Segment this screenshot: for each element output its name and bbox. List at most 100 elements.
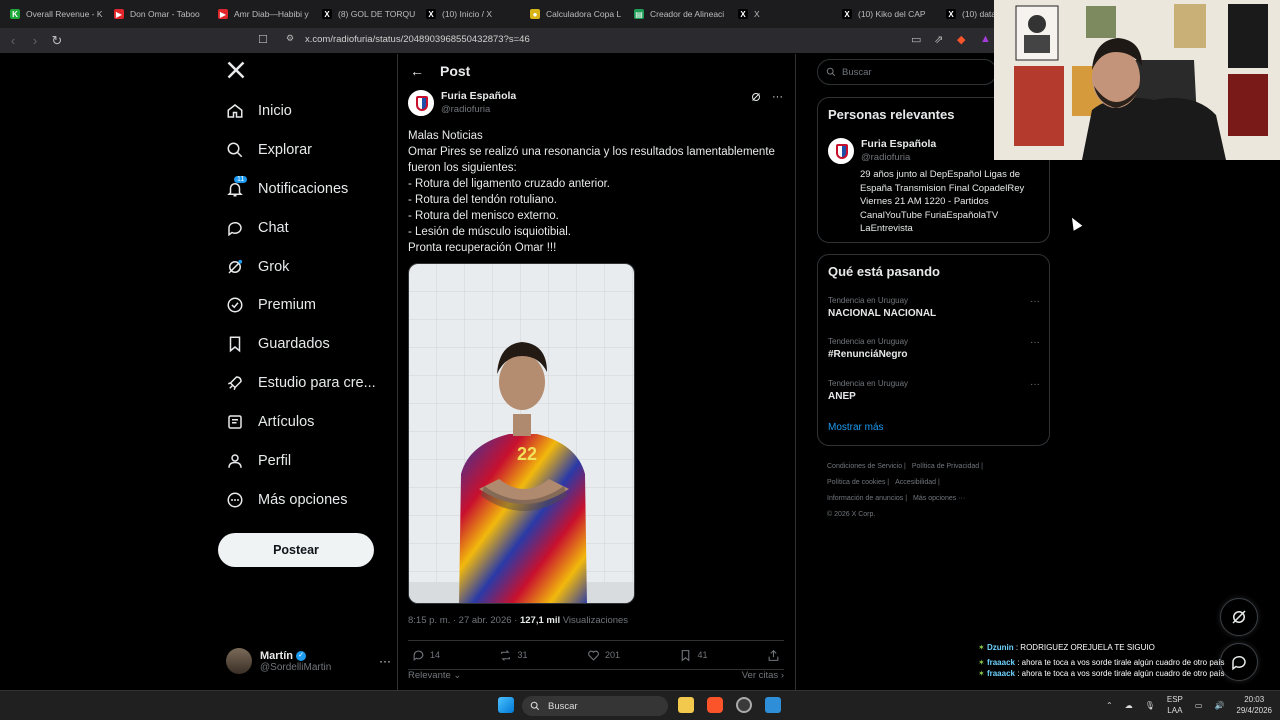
share-button[interactable] bbox=[767, 649, 780, 662]
microphone-icon[interactable]: 🎙 bbox=[1145, 701, 1155, 710]
trend-item[interactable]: Tendencia en Uruguay NACIONAL NACIONAL ··· bbox=[828, 296, 1040, 319]
cast-icon[interactable]: ▭ bbox=[911, 33, 921, 46]
site-info-icon[interactable]: ⚙ bbox=[286, 33, 294, 44]
taskbar-search[interactable]: Buscar bbox=[522, 696, 668, 716]
browser-tab[interactable]: ▶ Don Omar - Taboo bbox=[104, 0, 208, 28]
browser-tab[interactable]: XX bbox=[728, 0, 832, 28]
nav-item-guardados[interactable]: Guardados bbox=[218, 327, 330, 361]
search-placeholder: Buscar bbox=[842, 66, 872, 78]
grok-explain-icon[interactable] bbox=[750, 91, 762, 106]
grok-floating-button[interactable] bbox=[1220, 598, 1258, 636]
article-icon bbox=[228, 415, 242, 429]
footer-link[interactable]: Condiciones de Servicio | bbox=[827, 463, 906, 470]
account-switcher[interactable]: Martín ✓ @SordelliMartin ··· bbox=[226, 644, 391, 678]
language-indicator[interactable]: ESP LAA bbox=[1167, 694, 1183, 716]
brave-rewards-icon[interactable]: ▲ bbox=[980, 33, 991, 45]
tab-favicon-icon: ▶ bbox=[218, 9, 228, 19]
club-avatar[interactable] bbox=[408, 90, 434, 116]
windows-start-icon[interactable] bbox=[498, 697, 514, 713]
chat-message: : ahora te toca a vos sorde tirale algún… bbox=[1017, 669, 1225, 678]
footer-link[interactable]: Política de cookies | bbox=[827, 479, 889, 486]
post-text-line: fueron los siguientes: bbox=[408, 162, 517, 174]
trend-more-icon[interactable]: ··· bbox=[1030, 296, 1040, 307]
nav-item-explorar[interactable]: Explorar bbox=[218, 133, 312, 167]
more-icon bbox=[227, 492, 243, 508]
trend-more-icon[interactable]: ··· bbox=[1030, 337, 1040, 348]
nav-item-estudio-para-cre[interactable]: Estudio para cre... bbox=[218, 366, 376, 400]
account-name: Martín bbox=[260, 649, 293, 662]
x-logo-icon[interactable] bbox=[226, 60, 246, 86]
footer-link[interactable]: Política de Privacidad | bbox=[912, 463, 983, 470]
relevant-handle[interactable]: @radiofuria bbox=[861, 152, 936, 163]
footer-link[interactable]: Más opciones ··· bbox=[913, 495, 965, 502]
obs-icon[interactable] bbox=[736, 697, 752, 713]
nav-item-más-opciones[interactable]: Más opciones bbox=[218, 483, 347, 517]
verified-badge-icon: ✓ bbox=[296, 650, 307, 661]
tab-favicon-icon: X bbox=[738, 9, 748, 19]
relevant-name[interactable]: Furia Española bbox=[861, 138, 936, 150]
repost-button[interactable]: 31 bbox=[499, 649, 528, 662]
search-input[interactable]: Buscar bbox=[817, 59, 997, 85]
network-icon[interactable]: ▭ bbox=[1195, 701, 1203, 710]
view-quotes-link[interactable]: Ver citas › bbox=[742, 670, 784, 681]
back-nav-icon[interactable]: ‹ bbox=[2, 33, 24, 48]
like-button[interactable]: 201 bbox=[587, 649, 620, 662]
sort-replies-dropdown[interactable]: Relevante ⌄ bbox=[408, 670, 461, 681]
trend-more-icon[interactable]: ··· bbox=[1030, 379, 1040, 390]
star-icon: ✶ bbox=[978, 643, 987, 652]
browser-tab[interactable]: ● Calculadora Copa L bbox=[520, 0, 624, 28]
bookmark-page-icon[interactable]: ☐ bbox=[258, 33, 268, 46]
browser-tab[interactable]: X (8) GOL DE TORQUI bbox=[312, 0, 416, 28]
notification-badge: 11 bbox=[234, 176, 248, 183]
browser-tab[interactable]: K Overall Revenue - K bbox=[0, 0, 104, 28]
app-icon[interactable] bbox=[765, 697, 781, 713]
show-more-link[interactable]: Mostrar más bbox=[828, 422, 884, 433]
forward-nav-icon[interactable]: › bbox=[24, 33, 46, 48]
account-more-icon[interactable]: ··· bbox=[379, 654, 391, 668]
bookmark-button[interactable]: 41 bbox=[679, 649, 707, 662]
post-image[interactable]: 22 bbox=[408, 263, 635, 604]
nav-item-notificaciones[interactable]: 11 Notificaciones bbox=[218, 172, 348, 206]
author-name[interactable]: Furia Española bbox=[441, 90, 516, 102]
file-explorer-icon[interactable] bbox=[678, 697, 694, 713]
quotes-label: Ver citas bbox=[741, 670, 779, 681]
post-author[interactable]: Furia Española @radiofuria bbox=[408, 90, 516, 116]
post-timestamp[interactable]: 8:15 p. m. · 27 abr. 2026 · bbox=[408, 615, 517, 626]
browser-tab[interactable]: X (10) Kiko del CAP bbox=[832, 0, 936, 28]
browser-tab[interactable]: X (10) Inicio / X bbox=[416, 0, 520, 28]
onedrive-icon[interactable]: ☁ bbox=[1125, 701, 1133, 710]
share-icon[interactable]: ⇗ bbox=[934, 33, 943, 46]
nav-item-inicio[interactable]: Inicio bbox=[218, 94, 292, 128]
trend-item[interactable]: Tendencia en Uruguay #RenunciáNegro ··· bbox=[828, 337, 1040, 360]
trend-item[interactable]: Tendencia en Uruguay ANEP ··· bbox=[828, 379, 1040, 402]
nav-item-perfil[interactable]: Perfil bbox=[218, 444, 291, 478]
chevron-up-icon[interactable]: ⌃ bbox=[1106, 701, 1113, 710]
post-more-icon[interactable]: ··· bbox=[772, 91, 783, 106]
post-text-line: Omar Pires se realizó una resonancia y l… bbox=[408, 146, 775, 158]
brave-shield-icon[interactable]: ◆ bbox=[957, 33, 965, 46]
browser-tab[interactable]: ▶ Amr Diab—Habibi y bbox=[208, 0, 312, 28]
footer-link[interactable]: Información de anuncios | bbox=[827, 495, 907, 502]
nav-item-grok[interactable]: Grok bbox=[218, 250, 289, 284]
post-button[interactable]: Postear bbox=[218, 533, 374, 567]
club-avatar[interactable] bbox=[828, 138, 854, 164]
author-handle[interactable]: @radiofuria bbox=[441, 104, 516, 115]
reload-icon[interactable]: ↻ bbox=[46, 33, 68, 49]
reply-button[interactable]: 14 bbox=[412, 649, 440, 662]
tab-label: Amr Diab—Habibi y bbox=[234, 9, 309, 19]
back-arrow-icon[interactable]: ← bbox=[410, 63, 424, 79]
nav-item-label: Notificaciones bbox=[258, 181, 349, 197]
url-field[interactable]: x.com/radiofuria/status/2048903968550432… bbox=[305, 34, 530, 45]
browser-tab[interactable]: ▤ Creador de Alineaci bbox=[624, 0, 728, 28]
brave-browser-icon[interactable] bbox=[707, 697, 723, 713]
tab-label: (8) GOL DE TORQUI bbox=[338, 9, 416, 19]
volume-icon[interactable]: 🔊 bbox=[1214, 701, 1224, 710]
nav-item-chat[interactable]: Chat bbox=[218, 211, 289, 245]
clock[interactable]: 20:03 29/4/2026 bbox=[1236, 694, 1272, 716]
nav-item-premium[interactable]: Premium bbox=[218, 288, 316, 322]
footer-link[interactable]: © 2026 X Corp. bbox=[827, 511, 875, 518]
footer-link[interactable]: Accesibilidad | bbox=[895, 479, 940, 486]
views-label: Visualizaciones bbox=[562, 615, 629, 626]
chat-message: : ahora te toca a vos sorde tirale algún… bbox=[1017, 658, 1225, 667]
nav-item-artículos[interactable]: Artículos bbox=[218, 405, 314, 439]
